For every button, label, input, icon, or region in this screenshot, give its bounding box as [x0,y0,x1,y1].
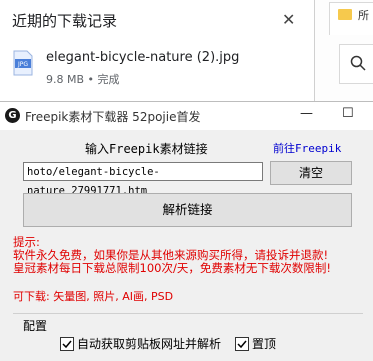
check-icon [237,340,247,348]
download-file-name[interactable]: elegant-bicycle-nature (2).jpg [46,50,239,65]
explorer-address-bar[interactable]: 所 [329,2,373,35]
input-label: 输入Freepik素材链接 [85,142,208,156]
explorer-search-button[interactable] [339,44,373,84]
downloads-title: 近期的下载记录 [12,12,118,30]
title-bar[interactable]: G Freepik素材下载器 52pojie首发 — ☐ [0,102,373,130]
topmost-label: 置顶 [252,337,277,351]
config-title: 配置 [23,319,48,333]
address-text: 所 [358,9,369,22]
parse-link-button[interactable]: 解析链接 [23,193,352,227]
goto-freepik-link[interactable]: 前往Freepik [273,140,341,156]
explorer-window: 所 [314,0,373,108]
window-title: Freepik素材下载器 52pojie首发 [25,110,201,124]
auto-fetch-checkbox[interactable]: 自动获取剪贴板网址并解析 [60,335,221,352]
checkbox-box[interactable] [235,336,249,351]
url-input[interactable]: hoto/elegant-bicycle-nature_27991771.htm [23,162,263,197]
checkbox-box[interactable] [60,336,74,351]
maximize-button[interactable]: ☐ [342,106,354,121]
jpg-file-icon: JPG [12,50,34,76]
auto-fetch-label: 自动获取剪贴板网址并解析 [77,337,222,351]
minimize-button[interactable]: — [300,106,313,121]
download-types-text: 可下载: 矢量图, 照片, AI画, PSD [13,290,174,303]
search-icon [350,55,366,71]
freepik-downloader-window: G Freepik素材下载器 52pojie首发 — ☐ 输入Freepik素材… [0,101,373,361]
close-icon[interactable]: ✕ [282,10,295,29]
app-icon: G [5,108,20,123]
svg-text:JPG: JPG [17,61,28,68]
folder-icon [338,9,352,20]
config-group: 配置 自动获取剪贴板网址并解析 置顶 [13,313,363,360]
download-file-meta: 9.8 MB • 完成 [46,73,120,86]
check-icon [62,340,72,348]
topmost-checkbox[interactable]: 置顶 [235,335,276,352]
downloads-panel: 近期的下载记录 ✕ JPG elegant-bicycle-nature (2)… [0,0,314,108]
output-line: 皇冠素材每日下载总限制100次/天，免费素材无下载次数限制! [13,261,331,275]
output-log: 提示: 软件永久免费，如果你是从其他来源购买所得，请投诉并退款! 皇冠素材每日下… [13,236,363,275]
clear-button[interactable]: 清空 [270,161,352,185]
